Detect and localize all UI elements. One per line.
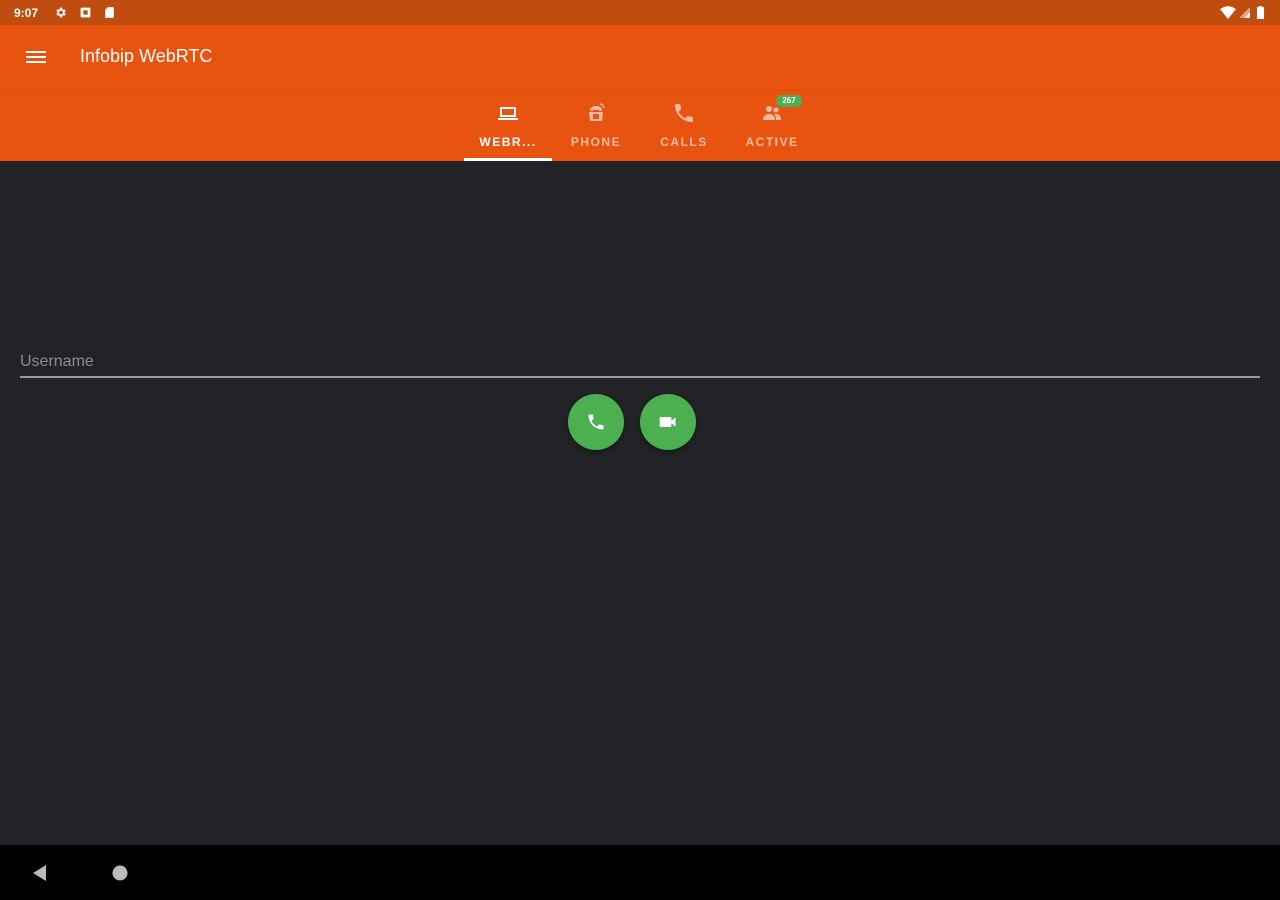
battery-icon [1256, 6, 1265, 19]
status-time: 9:07 [14, 6, 39, 20]
tab-label: PHONE [570, 135, 622, 149]
tab-label: ACTIVE [745, 135, 799, 149]
username-input[interactable] [20, 348, 1260, 376]
navigation-bar [0, 845, 1280, 900]
back-triangle-icon [33, 865, 46, 881]
videocam-icon [659, 417, 676, 427]
video-call-button[interactable] [640, 394, 696, 450]
username-underline [20, 376, 1260, 378]
signal-icon [1238, 6, 1251, 19]
hamburger-menu-icon [26, 51, 46, 63]
tab-indicator [464, 158, 552, 161]
menu-button[interactable] [22, 45, 50, 69]
tab-phone[interactable]: PHONE [552, 91, 640, 161]
laptop-icon [496, 101, 520, 125]
screen: 9:07 Infobip WebRTC WEBR... PHONE CALLS … [0, 0, 1280, 900]
tab-bar: WEBR... PHONE CALLS 267 ACTIVE [0, 90, 1280, 161]
tab-calls[interactable]: CALLS [640, 91, 728, 161]
phone-icon [672, 101, 696, 125]
active-count-badge: 267 [776, 95, 802, 107]
app-title: Infobip WebRTC [80, 46, 213, 66]
tab-active[interactable]: 267 ACTIVE [728, 91, 816, 161]
home-button[interactable] [112, 865, 128, 881]
status-bar: 9:07 [0, 0, 1280, 25]
tab-label: CALLS [660, 135, 708, 149]
settings-icon [54, 6, 67, 19]
phone-icon [588, 414, 604, 430]
username-field[interactable] [20, 348, 1260, 378]
wifi-icon [1220, 6, 1236, 19]
phone-ringing-icon [584, 101, 608, 125]
home-circle-icon [112, 865, 128, 881]
notification-icon [79, 6, 92, 19]
app-bar: Infobip WebRTC [0, 25, 1280, 90]
sd-card-icon [103, 6, 116, 19]
tab-webrtc[interactable]: WEBR... [464, 91, 552, 161]
audio-call-button[interactable] [568, 394, 624, 450]
tab-label: WEBR... [479, 135, 537, 149]
back-button[interactable] [30, 863, 50, 883]
